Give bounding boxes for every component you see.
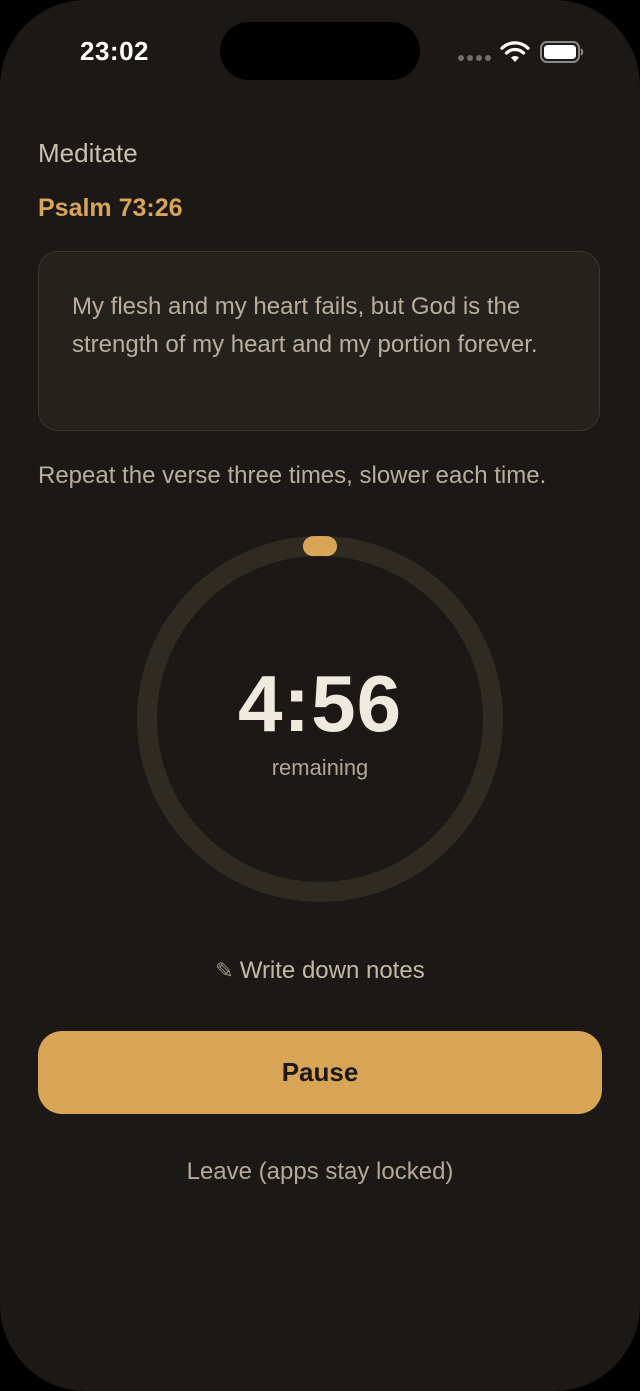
- wifi-icon: [500, 41, 530, 62]
- verse-reference: Psalm 73:26: [38, 194, 183, 222]
- verse-text: My flesh and my heart fails, but God is …: [72, 293, 538, 358]
- screen-title: Meditate: [38, 138, 138, 168]
- meditation-screen: 23:02 Meditate Psalm 73:26 My flesh and …: [0, 0, 640, 1391]
- write-notes-label: Write down notes: [239, 957, 425, 984]
- battery-icon: [540, 41, 584, 63]
- cellular-dots-icon: [458, 55, 492, 61]
- status-time: 23:02: [80, 36, 149, 66]
- pause-button[interactable]: Pause: [38, 1031, 602, 1114]
- leave-link[interactable]: Leave (apps stay locked): [0, 1158, 640, 1186]
- instruction-text: Repeat the verse three times, slower eac…: [38, 462, 547, 489]
- dynamic-island: [220, 22, 420, 80]
- pencil-icon: ✎: [215, 958, 234, 983]
- verse-card: My flesh and my heart fails, but God is …: [38, 251, 600, 431]
- timer-value: 4:56: [237, 659, 403, 748]
- timer-label: remaining: [271, 755, 369, 780]
- write-notes-link[interactable]: ✎ Write down notes: [0, 957, 640, 985]
